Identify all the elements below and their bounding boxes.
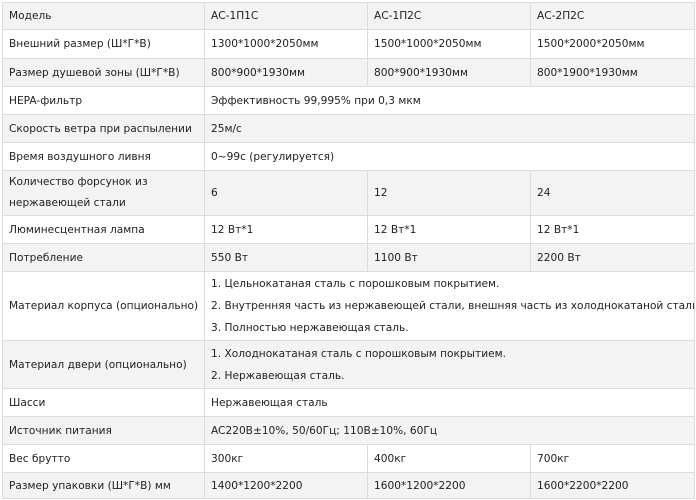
row-label: Количество форсунок из нержавеющей стали [2, 170, 205, 216]
row-label: HEPA-фильтр [2, 86, 205, 115]
table-cell: 1300*1000*2050мм [204, 29, 368, 59]
table-row: HEPA-фильтр Эффективность 99,995% при 0,… [2, 86, 695, 115]
row-label: Вес брутто [2, 444, 205, 473]
row-label: Размер упаковки (Ш*Г*В) мм [2, 472, 205, 499]
table-cell: 1500*1000*2050мм [367, 29, 531, 59]
row-label: Источник питания [2, 416, 205, 445]
table-row: Шасси Нержавеющая сталь [2, 388, 695, 417]
table-row: Люминесцентная лампа 12 Вт*1 12 Вт*1 12 … [2, 215, 695, 244]
spec-table: Модель АС-1П1С АС-1П2С АС-2П2С Внешний р… [2, 2, 695, 499]
list-item: 1. Цельнокатаная сталь с порошковым покр… [211, 278, 500, 290]
row-label: Размер душевой зоны (Ш*Г*В) [2, 58, 205, 87]
header-cell-ac-1p1s: АС-1П1С [204, 2, 368, 30]
table-row: Источник питания AC220В±10%, 50/60Гц; 11… [2, 416, 695, 445]
merged-cell: Нержавеющая сталь [204, 388, 695, 417]
table-row: Время воздушного ливня 0~99с (регулирует… [2, 142, 695, 171]
table-cell: 1600*2200*2200 [530, 472, 695, 499]
table-cell: 12 Вт*1 [367, 215, 531, 244]
table-cell: 12 [367, 170, 531, 216]
table-row: Материал корпуса (опционально) 1. Цельно… [2, 271, 695, 341]
merged-cell-list: 1. Холоднокатаная сталь с порошковым пок… [204, 340, 695, 389]
row-label: Люминесцентная лампа [2, 215, 205, 244]
table-cell: 800*900*1930мм [204, 58, 368, 87]
row-label: Время воздушного ливня [2, 142, 205, 171]
row-label: Материал корпуса (опционально) [2, 271, 205, 341]
table-row: Количество форсунок из нержавеющей стали… [2, 170, 695, 216]
row-label: Потребление [2, 243, 205, 272]
list-item: 1. Холоднокатаная сталь с порошковым пок… [211, 347, 506, 360]
row-label: Внешний размер (Ш*Г*В) [2, 29, 205, 59]
header-cell-ac-1p2s: АС-1П2С [367, 2, 531, 30]
table-row: Скорость ветра при распылении 25м/с [2, 114, 695, 143]
table-cell: 400кг [367, 444, 531, 473]
table-cell: 800*1900*1930мм [530, 58, 695, 87]
list-item: 3. Полностью нержавеющая сталь. [211, 322, 409, 334]
table-cell: 12 Вт*1 [530, 215, 695, 244]
table-cell: 1400*1200*2200 [204, 472, 368, 499]
header-row: Модель АС-1П1С АС-1П2С АС-2П2С [2, 2, 695, 30]
header-cell-model: Модель [2, 2, 205, 30]
merged-cell: AC220В±10%, 50/60Гц; 110В±10%, 60Гц [204, 416, 695, 445]
table-cell: 300кг [204, 444, 368, 473]
merged-cell: 0~99с (регулируется) [204, 142, 695, 171]
merged-cell-list: 1. Цельнокатаная сталь с порошковым покр… [204, 271, 695, 341]
merged-cell: 25м/с [204, 114, 695, 143]
table-row: Внешний размер (Ш*Г*В) 1300*1000*2050мм … [2, 29, 695, 59]
table-cell: 1100 Вт [367, 243, 531, 272]
table-cell: 24 [530, 170, 695, 216]
merged-cell: Эффективность 99,995% при 0,3 мкм [204, 86, 695, 115]
header-cell-ac-2p2s: АС-2П2С [530, 2, 695, 30]
table-row: Размер упаковки (Ш*Г*В) мм 1400*1200*220… [2, 472, 695, 499]
table-cell: 550 Вт [204, 243, 368, 272]
row-label: Скорость ветра при распылении [2, 114, 205, 143]
table-row: Потребление 550 Вт 1100 Вт 2200 Вт [2, 243, 695, 272]
list-item: 2. Внутренняя часть из нержавеющей стали… [211, 300, 695, 312]
table-cell: 1500*2000*2050мм [530, 29, 695, 59]
table-cell: 2200 Вт [530, 243, 695, 272]
table-row: Вес брутто 300кг 400кг 700кг [2, 444, 695, 473]
table-cell: 1600*1200*2200 [367, 472, 531, 499]
table-cell: 800*900*1930мм [367, 58, 531, 87]
table-cell: 12 Вт*1 [204, 215, 368, 244]
table-row: Размер душевой зоны (Ш*Г*В) 800*900*1930… [2, 58, 695, 87]
table-cell: 700кг [530, 444, 695, 473]
row-label: Шасси [2, 388, 205, 417]
table-cell: 6 [204, 170, 368, 216]
table-row: Материал двери (опционально) 1. Холоднок… [2, 340, 695, 389]
row-label: Материал двери (опционально) [2, 340, 205, 389]
list-item: 2. Нержавеющая сталь. [211, 369, 345, 382]
